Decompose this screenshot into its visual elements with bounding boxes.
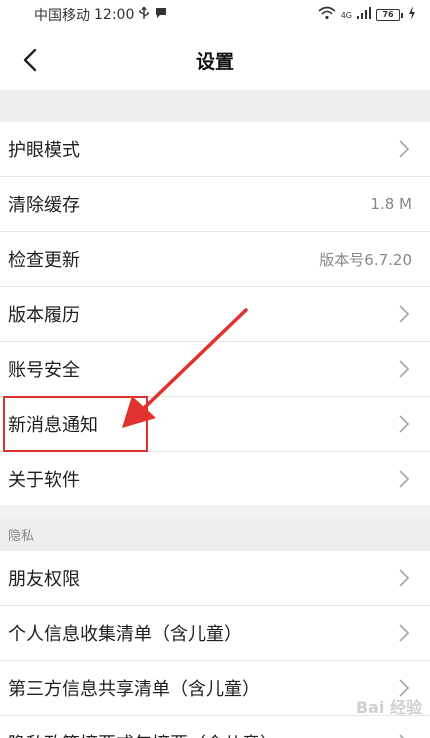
chevron-right-icon: [398, 469, 412, 489]
setting-personal-info-list[interactable]: 个人信息收集清单（含儿童）: [0, 606, 430, 661]
chevron-left-icon: [23, 48, 37, 72]
chevron-right-icon: [398, 414, 412, 434]
charging-icon: [408, 6, 416, 24]
battery-icon: 76: [376, 9, 403, 21]
app-bar: 设置: [0, 30, 430, 90]
setting-label: 个人信息收集清单（含儿童）: [8, 624, 242, 645]
setting-about-software[interactable]: 关于软件: [0, 452, 430, 507]
chevron-right-icon: [398, 139, 412, 159]
version-value: 版本号6.7.20: [319, 250, 412, 269]
privacy-section-header: 隐私: [0, 518, 430, 551]
setting-label: 新消息通知: [8, 415, 98, 436]
section-spacer: [0, 90, 430, 122]
battery-level: 76: [376, 9, 400, 21]
chevron-right-icon: [398, 623, 412, 643]
setting-clear-cache[interactable]: 清除缓存 1.8 M: [0, 177, 430, 232]
time-label: 12:00: [94, 7, 135, 23]
status-bar: 中国移动 12:00 4G 76: [0, 0, 430, 30]
watermark: Bai 经验: [355, 698, 422, 717]
carrier-label: 中国移动: [34, 8, 90, 24]
wifi-icon: [318, 6, 336, 24]
setting-label: 朋友权限: [8, 569, 80, 590]
setting-account-security[interactable]: 账号安全: [0, 342, 430, 397]
setting-eye-care[interactable]: 护眼模式: [0, 122, 430, 177]
chevron-right-icon: [398, 359, 412, 379]
setting-label: 护眼模式: [8, 140, 80, 161]
setting-label: 账号安全: [8, 360, 80, 381]
cache-size-value: 1.8 M: [370, 195, 412, 213]
page-title: 设置: [195, 50, 234, 73]
setting-label: 检查更新: [8, 250, 80, 271]
setting-version-history[interactable]: 版本履历: [0, 287, 430, 342]
usb-icon: [138, 6, 150, 24]
message-icon: [154, 6, 168, 24]
setting-new-message-notification[interactable]: 新消息通知: [0, 397, 430, 452]
setting-label: 清除缓存: [8, 195, 80, 216]
setting-label: 隐私政策摘要或年摘要（含儿童）: [8, 730, 278, 738]
setting-label: 版本履历: [8, 305, 80, 326]
chevron-right-icon: [398, 568, 412, 588]
setting-label: 第三方信息共享清单（含儿童）: [8, 679, 260, 700]
setting-check-update[interactable]: 检查更新 版本号6.7.20: [0, 232, 430, 287]
network-label: 4G: [340, 10, 352, 20]
setting-label: 关于软件: [8, 470, 80, 491]
back-button[interactable]: [14, 44, 46, 76]
signal-icon: [357, 7, 371, 23]
setting-friend-permissions[interactable]: 朋友权限: [0, 551, 430, 606]
setting-privacy-policy-summary[interactable]: 隐私政策摘要或年摘要（含儿童）: [0, 716, 430, 738]
chevron-right-icon: [398, 733, 412, 738]
chevron-right-icon: [398, 304, 412, 324]
